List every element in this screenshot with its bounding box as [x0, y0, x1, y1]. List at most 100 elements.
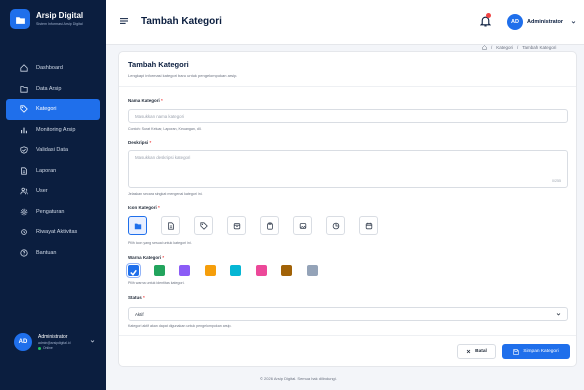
name-help: Contoh: Surat Keluar, Laporan, Keuangan,… — [128, 127, 202, 131]
name-label: Nama Kategori * — [128, 98, 163, 103]
top-user-name[interactable]: Administrator — [527, 19, 563, 25]
sidebar-item-label: Laporan — [36, 167, 57, 174]
icon-option-file[interactable] — [161, 216, 180, 235]
save-icon — [513, 348, 519, 355]
sidebar-item-data-arsip[interactable]: Data Arsip — [6, 79, 100, 100]
cancel-button[interactable]: Batal — [457, 344, 496, 359]
box-icon — [233, 222, 240, 229]
status-select[interactable]: Aktif — [128, 307, 568, 321]
color-swatch[interactable] — [126, 263, 141, 278]
icon-option-folder[interactable] — [128, 216, 147, 235]
sidebar-item-validasi-data[interactable]: Validasi Data — [6, 140, 100, 161]
color-swatch[interactable] — [204, 265, 216, 276]
category-name-input[interactable]: Masukkan nama kategori — [128, 109, 568, 123]
sidebar-item-laporan[interactable]: Laporan — [6, 161, 100, 182]
brand-name: Arsip Digital — [36, 11, 84, 20]
folder-icon — [134, 223, 141, 229]
icon-option-box[interactable] — [227, 216, 246, 235]
user-name: Administrator — [38, 334, 68, 340]
breadcrumb: / Kategori / Tambah Kategori — [482, 45, 556, 50]
sidebar: Arsip Digital Sistem Informasi Arsip Dig… — [0, 0, 106, 390]
sidebar-item-label: Monitoring Arsip — [36, 126, 76, 133]
sidebar-item-pengaturan[interactable]: Pengaturan — [6, 202, 100, 223]
icon-option-tag[interactable] — [194, 216, 213, 235]
history-icon — [21, 229, 27, 236]
sidebar-item-bantuan[interactable]: Bantuan — [6, 243, 100, 264]
topbar: Tambah Kategori AD Administrator — [106, 0, 584, 45]
status-label: Status * — [128, 295, 145, 300]
footer-text: © 2026 Arsip Digital. Semua hak dilindun… — [260, 376, 337, 381]
form-subtitle: Lengkapi informasi kategori baru untuk p… — [128, 73, 238, 78]
icon-option-image[interactable] — [293, 216, 312, 235]
home-icon — [20, 64, 28, 72]
brand[interactable]: Arsip Digital Sistem Informasi Arsip Dig… — [10, 9, 83, 29]
sidebar-item-label: Riwayat Aktivitas — [36, 229, 78, 236]
sidebar-item-label: Bantuan — [36, 249, 57, 256]
icon-option-clipboard[interactable] — [260, 216, 279, 235]
sidebar-item-user[interactable]: User — [6, 181, 100, 202]
sidebar-item-label: Kategori — [36, 106, 57, 113]
sidebar-item-riwayat-aktivitas[interactable]: Riwayat Aktivitas — [6, 222, 100, 243]
file-icon — [167, 221, 174, 230]
chevron-down-icon[interactable] — [571, 20, 576, 25]
sidebar-item-label: Pengaturan — [36, 208, 65, 215]
icon-help: Pilih icon yang sesuai untuk kategori in… — [128, 241, 192, 245]
sidebar-item-label: Dashboard — [36, 65, 63, 72]
users-icon — [20, 187, 28, 195]
sidebar-item-label: Validasi Data — [36, 147, 68, 154]
divider — [119, 335, 576, 336]
sidebar-item-label: Data Arsip — [36, 85, 62, 92]
close-icon — [466, 349, 471, 354]
form-title: Tambah Kategori — [128, 60, 189, 69]
page-title: Tambah Kategori — [141, 16, 222, 27]
breadcrumb-sep: / — [491, 45, 493, 50]
color-label: Warna Kategori * — [128, 255, 165, 260]
menu-icon[interactable] — [120, 17, 128, 25]
sidebar-item-dashboard[interactable]: Dashboard — [6, 58, 100, 79]
status-help: Kategori aktif akan dapat digunakan untu… — [128, 324, 232, 328]
category-description-textarea[interactable]: Masukkan deskripsi kategori — [128, 150, 568, 188]
file-icon — [21, 167, 27, 175]
desc-help: Jelaskan secara singkat mengenai kategor… — [128, 192, 203, 196]
char-counter: 0/255 — [552, 179, 561, 183]
bar-chart-icon — [21, 127, 27, 133]
desc-label: Deskripsi * — [128, 140, 152, 145]
avatar[interactable]: AD — [507, 14, 523, 30]
user-status-text: Online — [43, 346, 53, 350]
image-icon — [299, 222, 306, 229]
check-icon — [130, 269, 137, 276]
sidebar-item-kategori[interactable]: Kategori — [6, 99, 100, 120]
color-swatch[interactable] — [281, 265, 292, 276]
color-help: Pilih warna untuk identitas kategori. — [128, 281, 185, 285]
color-swatch[interactable] — [179, 265, 190, 276]
icon-label: Icon Kategori * — [128, 205, 160, 210]
form-card: Tambah Kategori Lengkapi informasi kateg… — [118, 51, 577, 367]
sidebar-nav: Dashboard Data Arsip Kategori Monitoring Ar… — [0, 58, 106, 263]
check-shield-icon — [20, 146, 28, 154]
cancel-label: Batal — [475, 349, 487, 354]
color-swatch[interactable] — [153, 265, 165, 276]
notification-badge — [486, 13, 491, 18]
archive-logo-icon — [10, 9, 30, 29]
color-swatch[interactable] — [306, 265, 318, 276]
breadcrumb-parent[interactable]: Kategori — [496, 45, 513, 50]
online-dot-icon — [38, 346, 41, 350]
icon-option-calendar[interactable] — [359, 216, 378, 235]
sidebar-item-monitoring-arsip[interactable]: Monitoring Arsip — [6, 120, 100, 141]
breadcrumb-sep: / — [517, 45, 519, 50]
icon-option-pie-chart[interactable] — [326, 216, 345, 235]
color-swatch[interactable] — [230, 265, 241, 276]
home-icon[interactable] — [482, 45, 487, 50]
user-status: Online — [38, 346, 70, 350]
chevron-down-icon[interactable] — [90, 339, 95, 344]
save-button[interactable]: Simpan Kategori — [502, 344, 570, 359]
folder-icon — [20, 85, 28, 93]
pie-chart-icon — [332, 222, 339, 229]
gear-icon — [20, 208, 28, 216]
clipboard-icon — [266, 221, 273, 230]
sidebar-user[interactable]: AD Administrator admin@arsipdigital.id O… — [14, 333, 95, 351]
tag-icon — [20, 105, 28, 114]
avatar: AD — [14, 333, 32, 351]
color-swatch[interactable] — [255, 265, 267, 276]
chevron-down-icon — [556, 313, 561, 316]
